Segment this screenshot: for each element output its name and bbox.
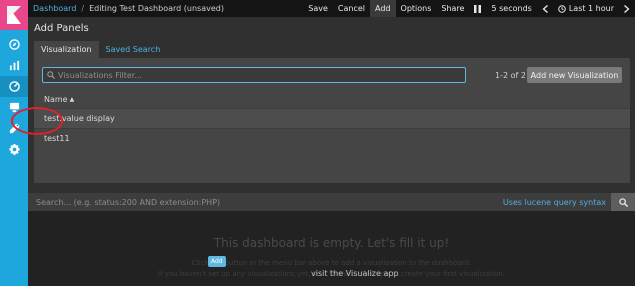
breadcrumb: Dashboard / Editing Test Dashboard (unsa… [28, 4, 224, 13]
empty-dashboard-title: This dashboard is empty. Let's fill it u… [213, 236, 450, 250]
lucene-syntax-link[interactable]: Uses lucene query syntax [503, 198, 606, 207]
tab-visualization[interactable]: Visualization [34, 41, 99, 58]
search-icon [47, 71, 55, 79]
time-picker-button[interactable]: Last 1 hour [553, 0, 619, 17]
breadcrumb-dashboard-link[interactable]: Dashboard [33, 4, 76, 13]
name-column-label: Name [44, 95, 68, 104]
pause-icon [474, 4, 482, 13]
top-bar: Dashboard / Editing Test Dashboard (unsa… [28, 0, 635, 17]
visualizations-filter[interactable] [42, 67, 466, 83]
refresh-interval-button[interactable]: 5 seconds [486, 0, 536, 17]
red-highlight-circle [11, 107, 63, 135]
clock-icon [558, 4, 566, 13]
sort-ascending-icon: ▲ [69, 96, 75, 103]
list-item[interactable]: test.value display [34, 108, 630, 128]
options-button[interactable]: Options [396, 0, 437, 17]
visit-visualize-link[interactable]: visit the Visualize app [311, 269, 399, 278]
list-item[interactable]: test11 [34, 128, 630, 148]
pause-button[interactable] [469, 0, 486, 17]
result-count: 1-2 of 2 [495, 71, 526, 80]
breadcrumb-current: Editing Test Dashboard (unsaved) [89, 4, 224, 13]
cancel-button[interactable]: Cancel [333, 0, 370, 17]
share-button[interactable]: Share [436, 0, 469, 17]
breadcrumb-separator: / [81, 4, 85, 13]
visualization-list-container: 1-2 of 2 Add new Visualization Name ▲ te… [34, 58, 630, 183]
visualize-icon[interactable] [0, 55, 28, 76]
discover-icon[interactable] [0, 34, 28, 55]
query-bar: Uses lucene query syntax [28, 193, 635, 211]
query-search-input[interactable] [28, 193, 503, 211]
kibana-logo-icon[interactable] [0, 0, 28, 30]
add-button[interactable]: Add [370, 0, 396, 17]
add-new-visualization-button[interactable]: Add new Visualization [527, 67, 622, 83]
visualizations-filter-input[interactable] [58, 70, 458, 80]
empty-dashboard: This dashboard is empty. Let's fill it u… [28, 211, 635, 286]
time-picker-label: Last 1 hour [568, 4, 614, 13]
list-item-label: test11 [44, 134, 70, 143]
settings-gear-icon[interactable] [0, 139, 28, 160]
panel-tabs: Visualization Saved Search [34, 41, 167, 58]
empty-dashboard-instructions: Click the button in the menu bar above t… [191, 259, 472, 267]
time-back-button[interactable] [537, 0, 553, 17]
search-submit-button[interactable] [611, 193, 635, 211]
top-actions: Save Cancel Add Options Share 5 seconds … [303, 0, 635, 17]
time-forward-button[interactable] [619, 0, 635, 17]
save-button[interactable]: Save [303, 0, 333, 17]
side-nav [0, 0, 28, 286]
chevron-left-icon [542, 4, 548, 13]
add-panels-panel: Add Panels Visualization Saved Search 1-… [28, 17, 635, 193]
inline-add-button[interactable]: Add [208, 256, 226, 267]
panel-title: Add Panels [34, 23, 89, 34]
tab-saved-search[interactable]: Saved Search [99, 41, 168, 58]
search-icon [618, 197, 628, 207]
chevron-right-icon [624, 4, 630, 13]
name-column-header[interactable]: Name ▲ [44, 95, 74, 104]
dashboard-icon[interactable] [0, 76, 28, 97]
